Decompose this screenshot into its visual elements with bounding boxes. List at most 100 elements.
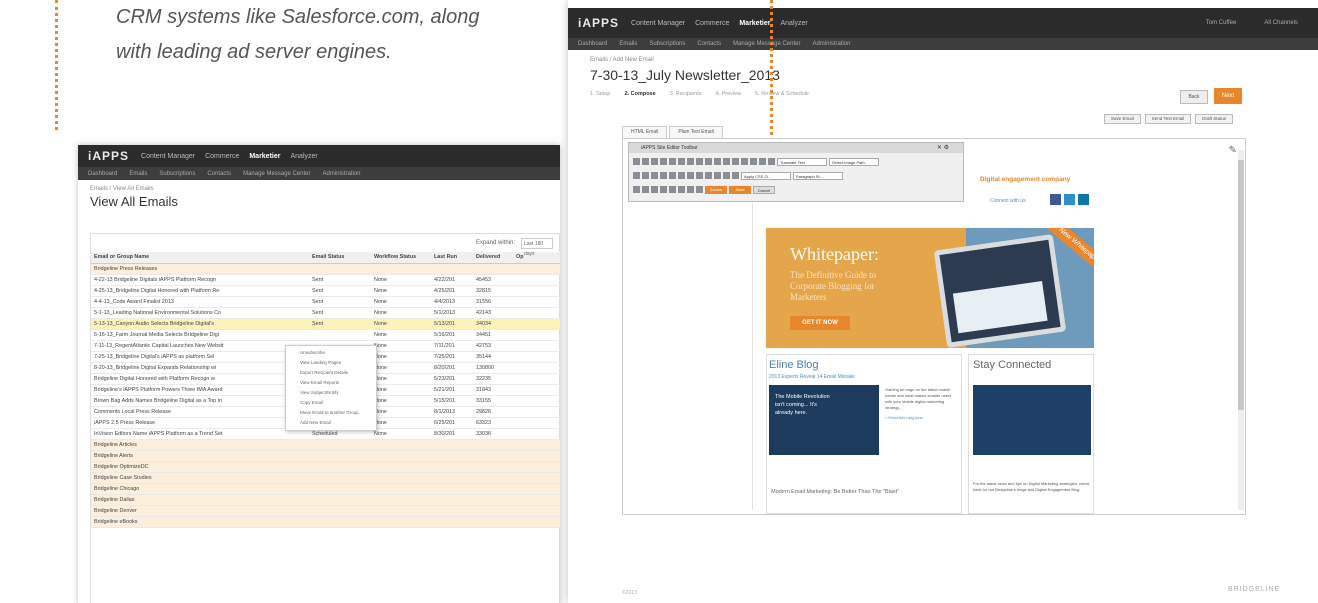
scrollbar-thumb[interactable] (1238, 160, 1244, 410)
find-icon[interactable] (768, 158, 775, 165)
media-icon[interactable] (669, 186, 676, 193)
group-row[interactable]: Bridgeline Dallas (91, 494, 560, 506)
font-color-icon[interactable] (705, 172, 712, 179)
clear-format-icon[interactable] (651, 186, 658, 193)
subnav-contacts[interactable]: Contacts (207, 171, 231, 177)
expand-within-select[interactable]: Last 180 days (521, 237, 553, 257)
copy-icon[interactable] (669, 158, 676, 165)
bg-color-icon[interactable] (714, 172, 721, 179)
group-row[interactable]: Bridgeline OptimizeDC (91, 461, 560, 473)
align-center-icon[interactable] (642, 172, 649, 179)
pencil-icon[interactable]: ✎ (1229, 145, 1237, 156)
iapps-logo[interactable]: iAPPS (88, 149, 129, 163)
step-review-schedule[interactable]: 5. Review & Schedule (755, 91, 809, 97)
context-menu-item[interactable]: Move Email to another Group (286, 408, 376, 418)
group-row[interactable]: Bridgeline Press Releases (91, 263, 560, 275)
table-row[interactable]: 4-22-13 Bridgeline Digitals iAPPS Platfo… (91, 274, 560, 286)
redo-icon[interactable] (696, 158, 703, 165)
image-path-select[interactable]: Select Image Path (829, 157, 879, 166)
italic-icon[interactable] (642, 158, 649, 165)
save-email-button[interactable]: Save Email (1104, 114, 1141, 124)
font-size-icon[interactable] (642, 186, 649, 193)
group-row[interactable]: Bridgeline Alerts (91, 450, 560, 462)
subnav-subscriptions[interactable]: Subscriptions (649, 41, 685, 47)
get-it-now-button[interactable]: GET IT NOW (790, 316, 850, 330)
context-menu-item[interactable]: View Subject/Notify (286, 388, 376, 398)
iapps-logo[interactable]: iAPPS (578, 16, 619, 30)
nav-analyzer[interactable]: Analyzer (290, 153, 317, 160)
group-row[interactable]: Bridgeline Articles (91, 439, 560, 451)
superscript-icon[interactable] (723, 172, 730, 179)
step-compose[interactable]: 2. Compose (625, 91, 656, 97)
nav-content-manager[interactable]: Content Manager (631, 20, 685, 27)
blog-bottom-title[interactable]: Modern Email Marketing: Be Better Than T… (771, 489, 899, 495)
col-workflow-status[interactable]: Workflow Status (371, 252, 431, 264)
subnav-message-center[interactable]: Manage Message Center (243, 171, 310, 177)
preview-icon[interactable] (687, 186, 694, 193)
underline-icon[interactable] (651, 158, 658, 165)
toolbar-close-icon[interactable]: ✕ ⚙ (937, 144, 949, 151)
context-menu-item[interactable]: Unsubscribe (286, 348, 376, 358)
context-menu-item[interactable]: View Email Reports (286, 378, 376, 388)
print-icon[interactable] (696, 186, 703, 193)
justify-icon[interactable] (660, 172, 667, 179)
link-icon[interactable] (714, 158, 721, 165)
subnav-contacts[interactable]: Contacts (697, 41, 721, 47)
col-open[interactable]: Op (513, 252, 560, 264)
subnav-subscriptions[interactable]: Subscriptions (159, 171, 195, 177)
user-menu[interactable]: Tom Cuffee (1206, 20, 1237, 26)
context-menu-item[interactable]: View Landing Pages (286, 358, 376, 368)
special-char-icon[interactable] (759, 158, 766, 165)
send-test-button[interactable]: Send Test Email (1144, 114, 1192, 124)
tab-html-email[interactable]: HTML Email (622, 126, 668, 138)
undo-icon[interactable] (687, 158, 694, 165)
step-setup[interactable]: 1. Setup (590, 91, 611, 97)
source-button[interactable]: Source (705, 185, 727, 194)
toolbar-cancel-button[interactable]: Cancel (753, 185, 775, 194)
subnav-administration[interactable]: Administration (812, 41, 850, 47)
indent-icon[interactable] (669, 172, 676, 179)
translate-select[interactable]: Translate Text (777, 157, 827, 166)
anchor-icon[interactable] (741, 158, 748, 165)
table-row[interactable]: 4-25-13_Bridgeline Digital Honored with … (91, 285, 560, 297)
form-icon[interactable] (678, 186, 685, 193)
table-icon[interactable] (723, 158, 730, 165)
editor-scrollbar[interactable] (1238, 150, 1244, 510)
step-recipients[interactable]: 3. Recipients (670, 91, 702, 97)
css-class-select[interactable]: Apply CSS Cl... (741, 171, 791, 180)
nav-commerce[interactable]: Commerce (205, 153, 239, 160)
paragraph-style-select[interactable]: Paragraph St... (793, 171, 843, 180)
cut-icon[interactable] (660, 158, 667, 165)
align-right-icon[interactable] (651, 172, 658, 179)
bullet-list-icon[interactable] (687, 172, 694, 179)
col-last-run[interactable]: Last Run (431, 252, 473, 264)
spell-icon[interactable] (732, 158, 739, 165)
col-email-name[interactable]: Email or Group Name (91, 252, 309, 264)
twitter-icon[interactable] (1064, 194, 1075, 205)
nav-marketier[interactable]: Marketier (739, 20, 770, 27)
image-icon[interactable] (705, 158, 712, 165)
nav-marketier[interactable]: Marketier (249, 153, 280, 160)
group-row[interactable]: Bridgeline Denver (91, 505, 560, 517)
subnav-dashboard[interactable]: Dashboard (88, 171, 117, 177)
subnav-message-center[interactable]: Manage Message Center (733, 41, 800, 47)
table-row[interactable]: 5-1-13_Leading National Environmental So… (91, 307, 560, 319)
hr-icon[interactable] (750, 158, 757, 165)
group-row[interactable]: Bridgeline Case Studies (91, 472, 560, 484)
draft-status-button[interactable]: Draft Status (1195, 114, 1233, 124)
subnav-emails[interactable]: Emails (129, 171, 147, 177)
table-row[interactable]: 4-4-13_Code Award Finalist 2013 Sent None 4… (91, 296, 560, 308)
subscript-icon[interactable] (732, 172, 739, 179)
whitepaper-banner[interactable]: Whitepaper: The Definitive Guide to Corp… (766, 228, 1094, 348)
toolbar-save-button[interactable]: Save (729, 185, 751, 194)
group-row[interactable]: Bridgeline Chicago (91, 483, 560, 495)
col-email-status[interactable]: Email Status (309, 252, 371, 264)
read-more-link[interactable]: » Read this blog post (885, 415, 957, 421)
site-selector[interactable]: All Channels (1264, 20, 1298, 26)
nav-content-manager[interactable]: Content Manager (141, 153, 195, 160)
blog-post-link[interactable]: 2013 Experts Reveal 14 Email Mistake (769, 374, 961, 380)
next-button[interactable]: Next (1214, 88, 1242, 104)
back-button[interactable]: Back (1180, 90, 1208, 104)
col-delivered[interactable]: Delivered (473, 252, 513, 264)
align-left-icon[interactable] (633, 172, 640, 179)
